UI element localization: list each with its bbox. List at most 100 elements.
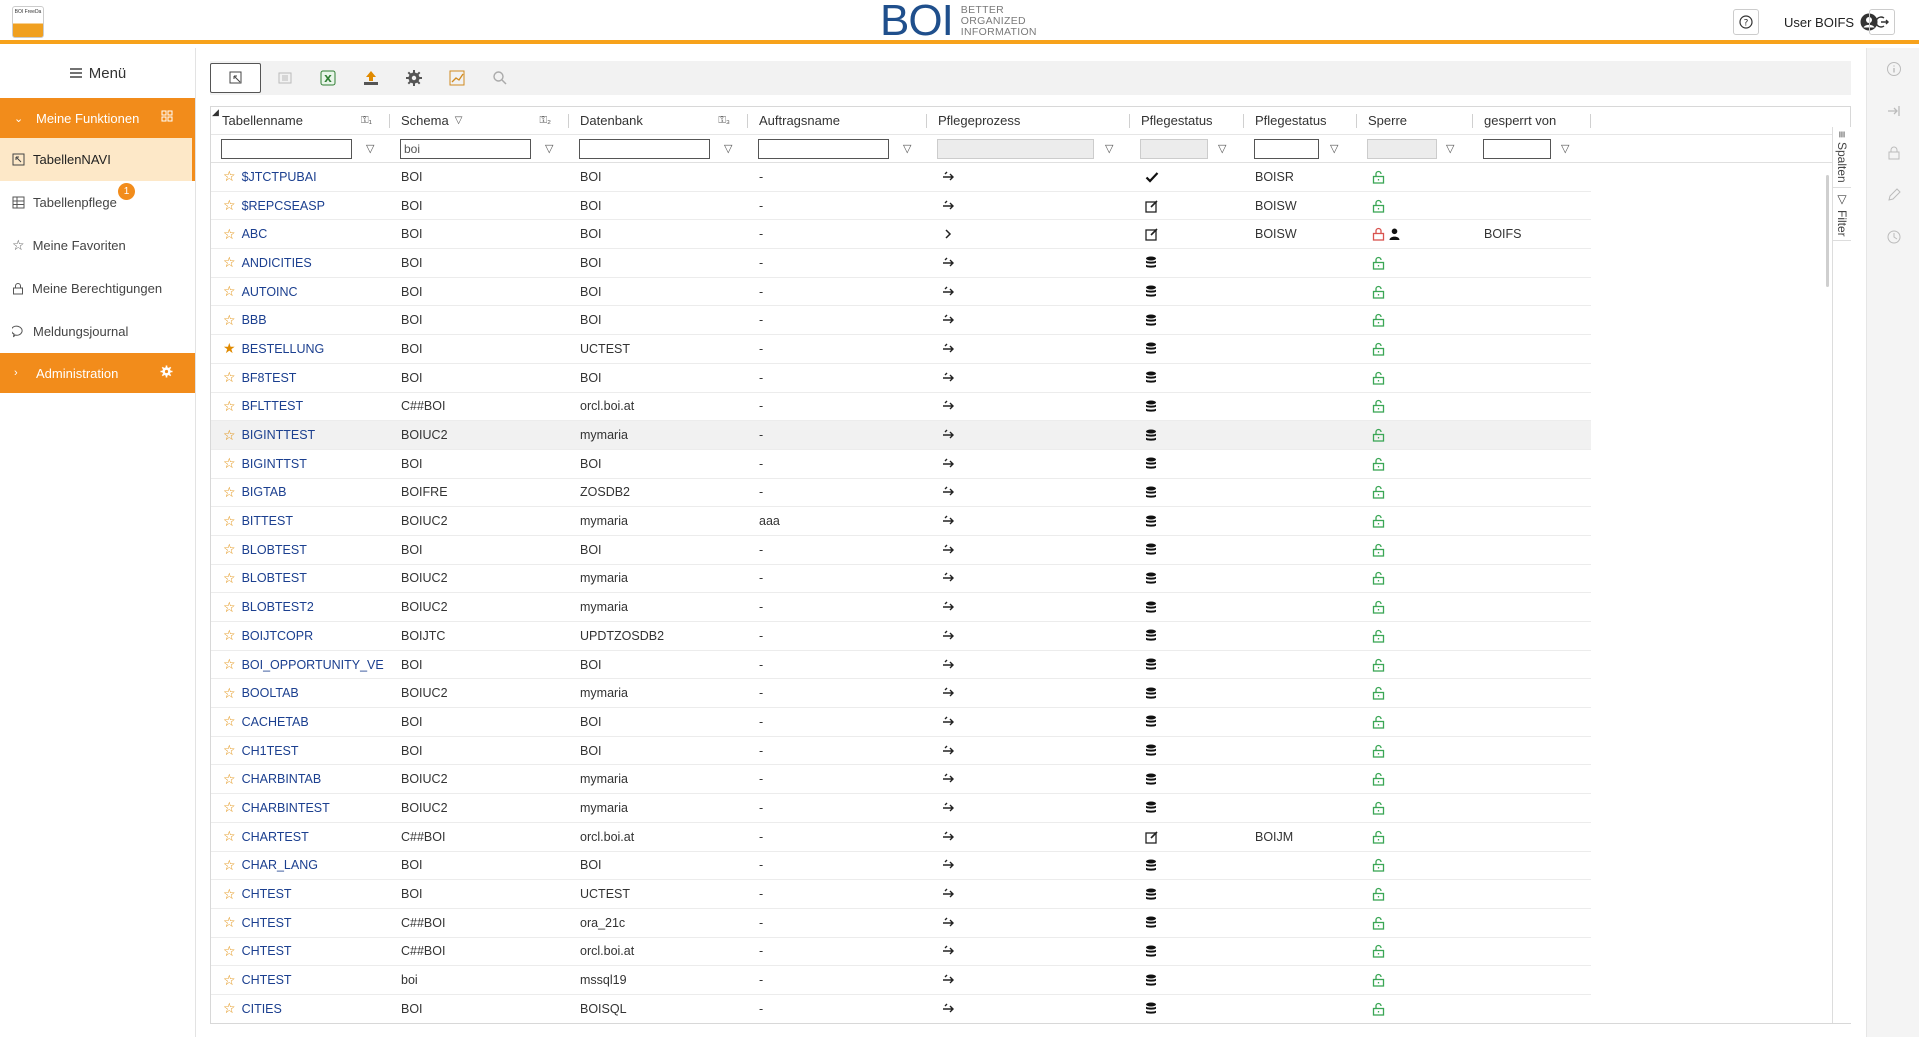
table-row[interactable]: ☆ CHTEST C##BOI orcl.boi.at - (211, 938, 1591, 967)
col-header-gesperrt-von[interactable]: gesperrt von (1473, 107, 1591, 135)
table-name-link[interactable]: CHARBINTAB (242, 772, 322, 786)
info-icon[interactable] (1885, 60, 1903, 78)
search-button[interactable] (483, 63, 517, 93)
cell-pflegeprozess[interactable] (927, 917, 1130, 929)
cell-pflegeprozess[interactable] (927, 429, 1130, 441)
table-row[interactable]: ☆ CACHETAB BOI BOI - (211, 708, 1591, 737)
table-row[interactable]: ☆ BOIJTCOPR BOIJTC UPDTZOSDB2 - (211, 622, 1591, 651)
cell-sperre[interactable] (1357, 399, 1473, 413)
cell-sperre[interactable] (1357, 715, 1473, 729)
cell-tabellenname[interactable]: ☆ CHARBINTAB (211, 771, 390, 788)
cell-pflegeprozess[interactable] (927, 171, 1130, 183)
table-row[interactable]: ☆ CH1TEST BOI BOI - (211, 737, 1591, 766)
table-name-link[interactable]: CITIES (242, 1002, 282, 1016)
table-name-link[interactable]: BF8TEST (242, 371, 297, 385)
chart-button[interactable] (440, 63, 474, 93)
table-name-link[interactable]: BITTEST (242, 514, 293, 528)
cell-sperre[interactable] (1357, 256, 1473, 270)
details-button[interactable] (268, 63, 302, 93)
section-administration[interactable]: › Administration (0, 353, 195, 393)
table-name-link[interactable]: BOIJTCOPR (242, 629, 314, 643)
star-icon[interactable]: ☆ (223, 886, 236, 903)
table-row[interactable]: ☆ BLOBTEST BOI BOI - (211, 536, 1591, 565)
table-name-link[interactable]: CHTEST (242, 887, 292, 901)
cell-sperre[interactable] (1357, 285, 1473, 299)
login-arrow-icon[interactable] (1885, 102, 1903, 120)
cell-pflegeprozess[interactable] (927, 859, 1130, 871)
cell-tabellenname[interactable]: ☆ CH1TEST (211, 742, 390, 759)
table-name-link[interactable]: BLOBTEST (242, 571, 307, 585)
cell-pflegeprozess[interactable] (927, 228, 1130, 240)
table-name-link[interactable]: CHARBINTEST (242, 801, 330, 815)
settings-button[interactable] (397, 63, 431, 93)
cell-pflegeprozess[interactable] (927, 974, 1130, 986)
table-row[interactable]: ★ BESTELLUNG BOI UCTEST - (211, 335, 1591, 364)
star-icon[interactable]: ☆ (223, 1000, 236, 1017)
filter-auftragsname-input[interactable] (758, 138, 889, 159)
table-row[interactable]: ☆ BLOBTEST2 BOIUC2 mymaria - (211, 593, 1591, 622)
filter-gesperrt-von-input[interactable] (1483, 138, 1551, 159)
cell-pflegeprozess[interactable] (927, 343, 1130, 355)
star-icon[interactable]: ☆ (223, 455, 236, 472)
cell-pflegeprozess[interactable] (927, 716, 1130, 728)
cell-pflegeprozess[interactable] (927, 572, 1130, 584)
table-row[interactable]: ☆ CHTEST BOI UCTEST - (211, 880, 1591, 909)
col-header-tabellenname[interactable]: Tabellenname ⚿₁ (211, 107, 390, 135)
table-name-link[interactable]: AUTOINC (242, 285, 298, 299)
star-icon[interactable]: ☆ (223, 570, 236, 587)
cell-pflegeprozess[interactable] (927, 945, 1130, 957)
table-row[interactable]: ☆ BLOBTEST BOIUC2 mymaria - (211, 565, 1591, 594)
table-name-link[interactable]: BIGINTTEST (242, 428, 316, 442)
table-row[interactable]: ☆ $REPCSEASP BOI BOI - BOISW (211, 192, 1591, 221)
table-name-link[interactable]: CH1TEST (242, 744, 299, 758)
cell-pflegeprozess[interactable] (927, 630, 1130, 642)
cell-pflegeprozess[interactable] (927, 486, 1130, 498)
star-filled-icon[interactable]: ★ (223, 340, 236, 357)
pencil-icon[interactable] (1885, 186, 1903, 204)
cell-sperre[interactable] (1357, 686, 1473, 700)
cell-tabellenname[interactable]: ☆ ABC (211, 226, 390, 243)
cell-tabellenname[interactable]: ☆ BLOBTEST (211, 541, 390, 558)
cell-sperre[interactable] (1357, 887, 1473, 901)
table-name-link[interactable]: BIGINTTST (242, 457, 307, 471)
col-header-auftragsname[interactable]: Auftragsname (748, 107, 927, 135)
history-icon[interactable] (1885, 228, 1903, 246)
col-header-pflegestatus[interactable]: Pflegestatus (1130, 107, 1244, 135)
cell-sperre[interactable] (1357, 571, 1473, 586)
table-name-link[interactable]: BFLTTEST (242, 399, 304, 413)
table-name-link[interactable]: CHARTEST (242, 830, 309, 844)
table-row[interactable]: ☆ CHARTEST C##BOI orcl.boi.at - BOIJM (211, 823, 1591, 852)
table-name-link[interactable]: BLOBTEST (242, 543, 307, 557)
cell-tabellenname[interactable]: ☆ BLOBTEST2 (211, 599, 390, 616)
star-icon[interactable]: ☆ (223, 627, 236, 644)
star-icon[interactable]: ☆ (223, 369, 236, 386)
table-name-link[interactable]: ABC (242, 227, 268, 241)
cell-tabellenname[interactable]: ☆ BITTEST (211, 513, 390, 530)
filter-datenbank-input[interactable] (579, 138, 710, 159)
cell-tabellenname[interactable]: ☆ $JTCTPUBAI (211, 168, 390, 185)
cell-tabellenname[interactable]: ☆ CHTEST (211, 886, 390, 903)
table-row[interactable]: ☆ CHAR_LANG BOI BOI - (211, 852, 1591, 881)
table-row[interactable]: ☆ BF8TEST BOI BOI - (211, 364, 1591, 393)
table-row[interactable]: ☆ CHARBINTAB BOIUC2 mymaria - (211, 765, 1591, 795)
star-icon[interactable]: ☆ (223, 168, 236, 185)
star-icon[interactable]: ☆ (223, 226, 236, 243)
cell-pflegeprozess[interactable] (927, 544, 1130, 556)
star-icon[interactable]: ☆ (223, 312, 236, 329)
cell-tabellenname[interactable]: ☆ BOI_OPPORTUNITY_VE (211, 656, 390, 673)
filter-icon[interactable]: ▽ (1218, 142, 1226, 155)
filter-tabellenname-input[interactable] (221, 138, 352, 159)
cell-sperre[interactable] (1357, 916, 1473, 930)
star-icon[interactable]: ☆ (223, 799, 236, 816)
cell-tabellenname[interactable]: ☆ CHTEST (211, 943, 390, 960)
cell-pflegeprozess[interactable] (927, 200, 1130, 212)
table-name-link[interactable]: BESTELLUNG (242, 342, 325, 356)
cell-sperre[interactable] (1357, 313, 1473, 327)
cell-pflegeprozess[interactable] (927, 773, 1130, 785)
app-logo[interactable]: BOI FreeDa (12, 6, 44, 38)
star-icon[interactable]: ☆ (223, 398, 236, 415)
table-name-link[interactable]: CACHETAB (242, 715, 309, 729)
filter-icon[interactable]: ▽ (1330, 142, 1338, 155)
table-row[interactable]: ☆ CHTEST boi mssql19 - (211, 966, 1591, 995)
table-name-link[interactable]: $JTCTPUBAI (242, 170, 317, 184)
